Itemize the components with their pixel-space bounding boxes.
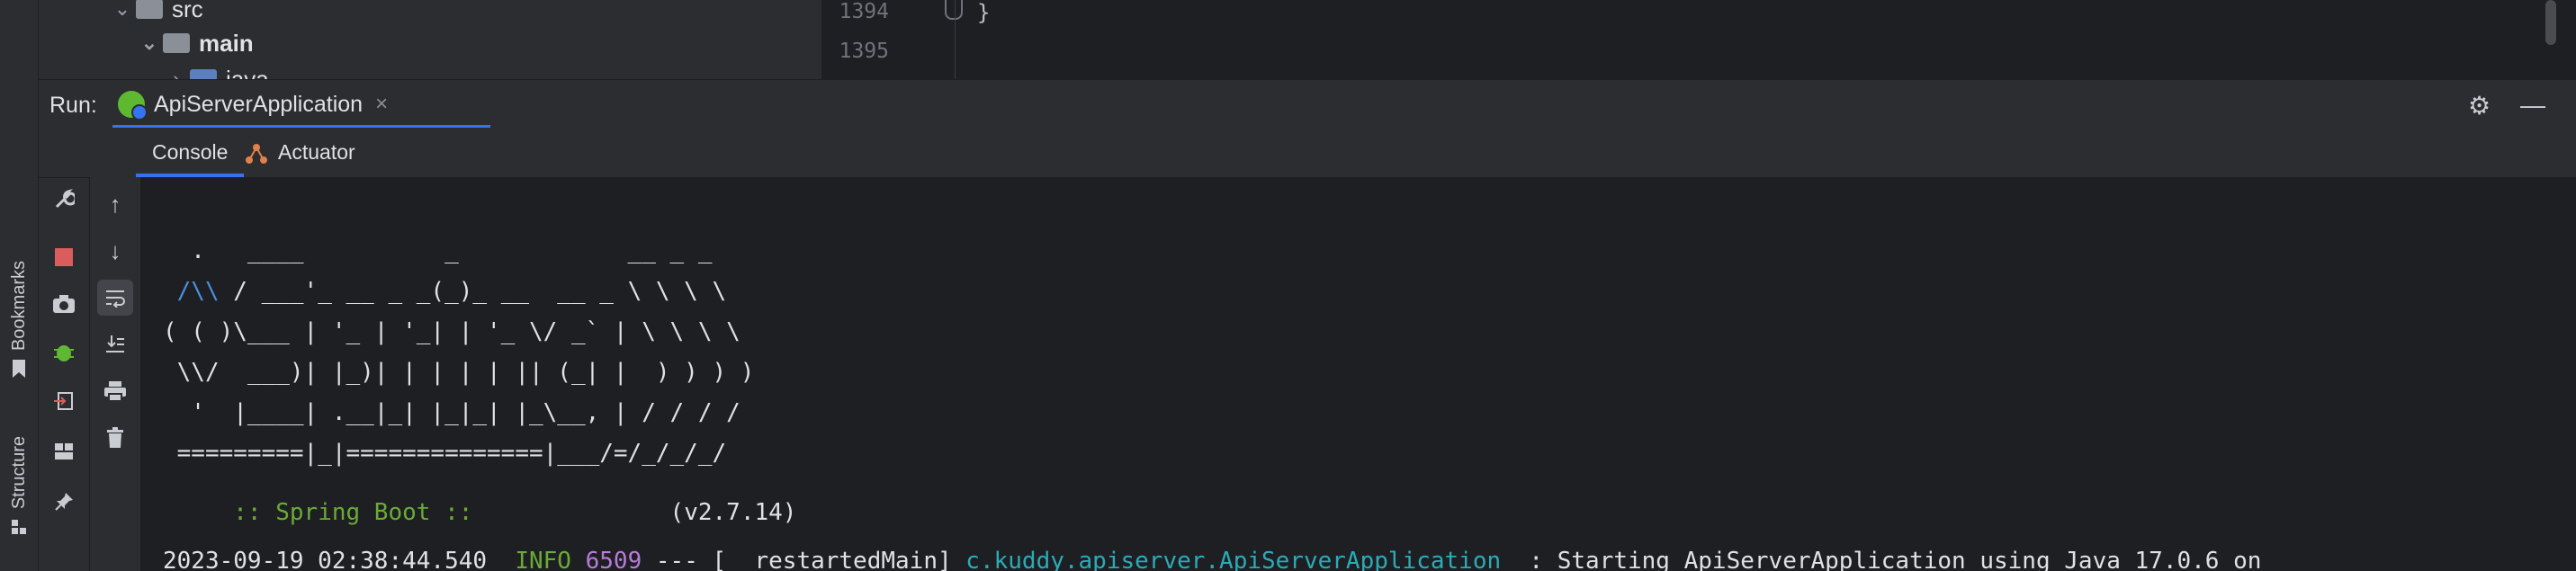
print-glyph <box>104 381 126 402</box>
run-title: Run: <box>49 93 97 118</box>
soft-wrap-icon[interactable] <box>97 280 133 316</box>
layout-icon[interactable] <box>46 433 82 469</box>
run-subtabs: Console Actuator <box>39 128 2576 178</box>
trash-glyph <box>107 427 123 448</box>
scroll-end-glyph <box>106 335 124 352</box>
log-pid: 6509 <box>585 548 642 571</box>
code-line: } <box>977 0 991 25</box>
minimize-icon[interactable]: — <box>2520 91 2545 120</box>
log-level: INFO <box>515 548 571 571</box>
chevron-right-icon[interactable]: › <box>163 67 190 79</box>
run-toolbar-secondary: ↑ ↓ <box>90 177 141 571</box>
arrow-up-icon[interactable]: ↑ <box>97 186 133 222</box>
layout-glyph <box>55 443 73 459</box>
tree-item-java[interactable]: › java <box>163 59 269 79</box>
run-tab-label: ApiServerApplication <box>154 91 364 117</box>
banner-line: ( ( )\___ | '_ | '_| | '_ \/ _` | \ \ \ … <box>163 318 740 345</box>
run-toolwindow-header: Run: ApiServerApplication × ⚙ — <box>39 79 2576 129</box>
gutter-divider <box>955 0 956 79</box>
log-line: 2023-09-19 02:38:44.540 INFO 6509 --- [ … <box>163 548 2261 571</box>
run-toolbar-primary: ↻ <box>39 128 89 571</box>
wrench-icon[interactable] <box>46 182 82 218</box>
spring-boot-version-line: :: Spring Boot :: (v2.7.14) <box>163 472 796 553</box>
bookmarks-tool-button[interactable]: Bookmarks <box>2 261 36 379</box>
arrow-down-icon[interactable]: ↓ <box>97 233 133 269</box>
spring-boot-label: :: Spring Boot :: <box>219 499 488 526</box>
tree-item-label: java <box>226 65 269 80</box>
spring-boot-run-icon <box>118 91 148 120</box>
source-folder-icon <box>190 69 217 79</box>
tree-item-label: main <box>199 29 254 57</box>
line-number: 1394 <box>839 0 889 23</box>
wrap-glyph <box>106 290 125 308</box>
folder-icon <box>136 0 163 19</box>
structure-tool-button[interactable]: Structure <box>2 436 36 538</box>
structure-label: Structure <box>8 436 29 510</box>
bookmark-icon <box>13 360 25 379</box>
tab-console-label: Console <box>152 140 229 164</box>
banner-line: \\/ ___)| |_)| | | | | || (_| | ) ) ) ) <box>163 359 755 386</box>
log-timestamp: 2023-09-19 02:38:44.540 <box>163 548 488 571</box>
project-tree: ⌄ src ⌄ main › java <box>39 0 821 79</box>
gear-icon[interactable]: ⚙ <box>2468 91 2491 120</box>
tree-item-label: src <box>172 0 203 22</box>
spring-logo-slash: /\\ <box>176 278 220 305</box>
camera-glyph <box>53 295 75 313</box>
tab-actuator-label: Actuator <box>278 140 355 164</box>
line-number: 1395 <box>839 40 889 63</box>
structure-icon <box>12 520 26 535</box>
log-thread: --- [ restartedMain] <box>655 548 952 571</box>
console-output[interactable]: . ____ _ __ _ _ /\\ / ___'_ __ _ _(_)_ _… <box>141 177 2576 571</box>
log-logger[interactable]: c.kuddy.apiserver.ApiServerApplication <box>965 548 1501 571</box>
spring-boot-version: (v2.7.14) <box>669 499 797 526</box>
tree-item-main[interactable]: ⌄ main <box>136 23 254 63</box>
pin-icon[interactable] <box>46 484 82 520</box>
bug-glyph <box>54 345 74 361</box>
scroll-to-end-icon[interactable] <box>97 326 133 362</box>
banner-line: =========|_|==============|___/=/_/_/_/ <box>163 440 727 467</box>
actuator-icon <box>246 143 267 164</box>
log-message: : Starting ApiServerApplication using Ja… <box>1501 548 2262 571</box>
camera-icon[interactable] <box>46 286 82 322</box>
banner-line: /\\ / ___'_ __ _ _(_)_ __ __ _ \ \ \ \ <box>176 278 727 305</box>
code-editor[interactable]: 1394 1395 } <box>821 0 2576 79</box>
exit-icon[interactable] <box>46 383 82 419</box>
wrench-glyph <box>55 189 75 209</box>
tab-console[interactable]: Console <box>136 128 245 177</box>
folder-icon <box>163 33 190 53</box>
tab-actuator[interactable]: Actuator <box>233 128 366 177</box>
bookmarks-label: Bookmarks <box>8 261 29 352</box>
tab-api-server-application[interactable]: ApiServerApplication × <box>112 80 490 129</box>
trash-icon[interactable] <box>97 420 133 456</box>
stop-square <box>55 248 73 266</box>
left-tool-stripe: Bookmarks Structure <box>0 0 39 571</box>
close-icon[interactable]: × <box>375 92 388 117</box>
banner-line: . ____ _ __ _ _ <box>163 237 713 264</box>
print-icon[interactable] <box>97 373 133 409</box>
debug-bug-icon[interactable] <box>46 335 82 370</box>
stop-icon[interactable] <box>46 239 82 275</box>
editor-scrollbar[interactable] <box>2545 0 2556 45</box>
chevron-down-icon[interactable]: ⌄ <box>136 31 163 55</box>
banner-line: ' |____| .__|_| |_|_| |_\__, | / / / / <box>163 399 740 426</box>
exit-glyph <box>54 392 73 410</box>
fold-marker-icon[interactable] <box>945 0 963 20</box>
pin-glyph <box>55 493 73 511</box>
chevron-down-icon[interactable]: ⌄ <box>109 0 136 21</box>
